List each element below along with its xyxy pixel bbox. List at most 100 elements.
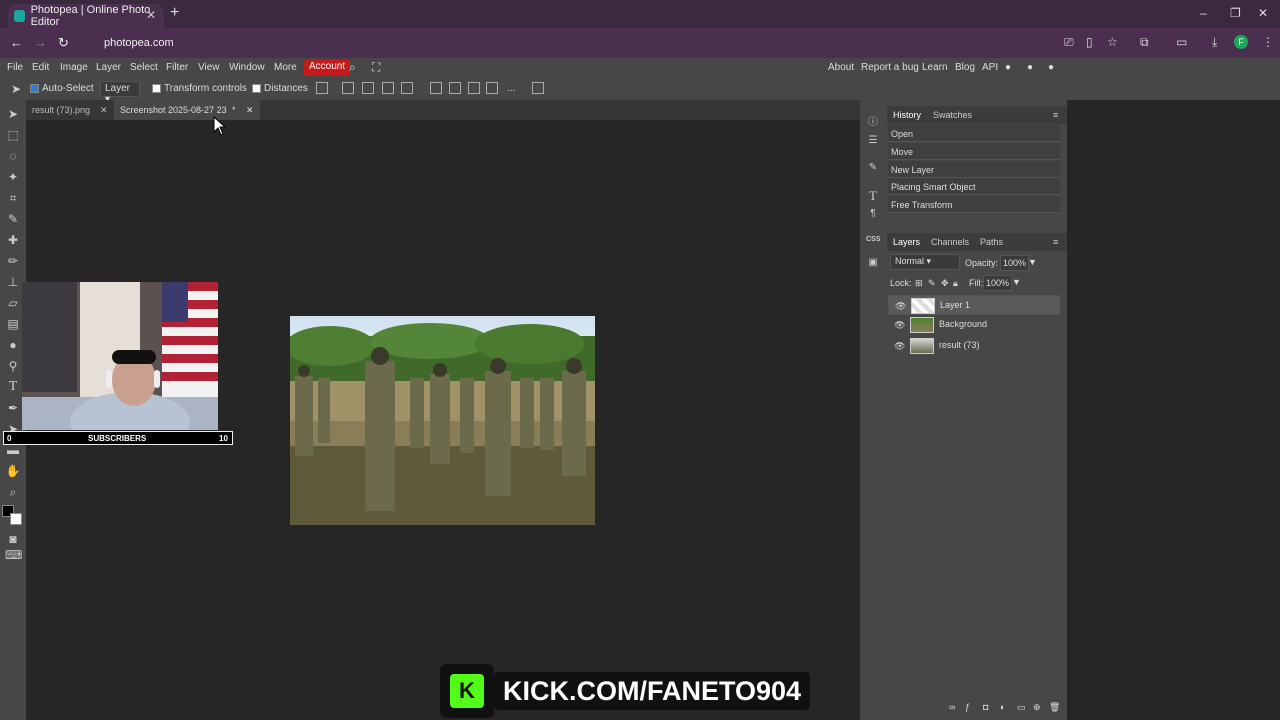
twitter-icon[interactable]: ● [1027,62,1033,73]
doc-tab-result[interactable]: result (73).png ✕ [26,100,116,120]
zoom-tool-icon[interactable]: ⌕ [5,484,21,500]
browser-tab[interactable]: Photopea | Online Photo Editor ✕ [8,4,164,28]
minimize-button[interactable]: – [1200,6,1207,20]
history-item[interactable]: Free Transform [888,196,1060,213]
menu-image[interactable]: Image [60,62,88,73]
paragraph-icon[interactable]: ¶ [866,208,880,222]
profile-avatar[interactable]: F [1234,35,1248,49]
bookmark-star-icon[interactable]: ☆ [1107,35,1118,49]
install-app-icon[interactable]: ⎚ [1064,35,1074,50]
eraser-tool-icon[interactable]: ▱ [5,295,21,311]
forward-icon[interactable]: → [34,35,47,50]
healing-brush-icon[interactable]: ✚ [5,232,21,248]
info-icon[interactable]: ⓘ [866,113,880,128]
layer-row[interactable]: 👁︎ Layer 1 [888,295,1060,315]
link-report-bug[interactable]: Report a bug [861,62,919,73]
delete-layer-icon[interactable]: 🗑︎ [1049,702,1060,713]
menu-edit[interactable]: Edit [32,62,49,73]
move-tool-icon[interactable]: ➤ [5,106,21,122]
hand-tool-icon[interactable]: ✋ [5,463,21,479]
adjustment-layer-icon[interactable]: ◐ [1000,702,1005,712]
layer-effects-icon[interactable]: ƒ [965,702,970,712]
menu-select[interactable]: Select [130,62,158,73]
document-canvas-image[interactable] [290,316,595,525]
eye-icon[interactable]: 👁︎ [895,301,906,311]
layer-row[interactable]: 👁︎ Background [888,315,1060,335]
new-folder-icon[interactable]: ▭ [1017,702,1026,713]
download-align-icon[interactable] [316,82,328,94]
panel-menu-icon[interactable]: ≡ [1053,110,1058,120]
history-item[interactable]: Open [888,125,1060,142]
reload-icon[interactable]: ↻ [58,35,69,51]
panel-menu-icon[interactable]: ≡ [1053,237,1058,247]
align-right-icon[interactable] [382,82,394,94]
extensions-icon[interactable]: ⧉ [1140,35,1149,50]
tab-history[interactable]: History [893,110,921,120]
distribute-vertical-icon[interactable] [486,82,498,94]
eye-icon[interactable]: 👁︎ [894,341,905,351]
dodge-tool-icon[interactable]: ⚲ [5,358,21,374]
opacity-dropdown-icon[interactable]: ▼ [1028,257,1037,267]
reddit-icon[interactable]: ● [1005,62,1011,73]
link-learn[interactable]: Learn [922,62,948,73]
crop-tool-icon[interactable]: ⌗ [5,190,21,206]
url-field[interactable]: photopea.com [80,31,1136,55]
lock-pixels-icon[interactable]: ⊞ [915,278,923,289]
menu-more[interactable]: More [274,62,297,73]
align-bottom-icon[interactable] [468,82,480,94]
clone-stamp-icon[interactable]: ⊥ [5,274,21,290]
align-left-icon[interactable] [342,82,354,94]
adjustments-icon[interactable]: ☰ [866,135,880,149]
align-center-icon[interactable] [362,82,374,94]
add-mask-icon[interactable]: ◘ [983,702,988,712]
css-icon[interactable]: CSS [866,236,880,250]
fill-dropdown-icon[interactable]: ▼ [1012,277,1021,287]
doc-tab-screenshot[interactable]: Screenshot 2025-08-27 23 * ✕ [114,100,260,120]
gradient-tool-icon[interactable]: ▤ [5,316,21,332]
fill-input[interactable]: 100% [983,275,1013,291]
link-blog[interactable]: Blog [955,62,975,73]
cast-icon[interactable]: ▭ [1176,35,1187,49]
auto-select-checkbox[interactable]: Auto-Select [30,83,94,94]
align-top-icon[interactable] [430,82,442,94]
quick-mask-icon[interactable]: ◙ [5,531,21,547]
distances-checkbox[interactable]: Distances [252,83,308,94]
new-tab-button[interactable]: + [170,4,179,22]
grid-icon[interactable] [532,82,544,94]
image-icon[interactable]: ▣ [866,257,880,271]
page-icon[interactable]: ▯ [1086,35,1093,49]
marquee-tool-icon[interactable]: ⬚ [5,127,21,143]
close-tab-icon[interactable]: ✕ [146,8,156,22]
menu-file[interactable]: File [7,62,23,73]
close-doc-tab-icon[interactable]: ✕ [246,105,254,116]
lock-paint-icon[interactable]: ✎ [928,278,936,289]
opacity-input[interactable]: 100% [1000,255,1030,271]
transform-controls-checkbox[interactable]: Transform controls [152,83,247,94]
blend-mode-dropdown[interactable]: Normal ▾ [890,254,960,270]
close-doc-tab-icon[interactable]: ✕ [100,105,108,116]
history-item[interactable]: Move [888,143,1060,160]
search-icon[interactable]: ⌕ [349,60,356,75]
tab-paths[interactable]: Paths [980,237,1003,247]
tab-layers[interactable]: Layers [893,237,920,247]
lock-all-icon[interactable]: 🔒︎ [953,278,958,289]
auto-select-target-dropdown[interactable]: Layer ▾ [100,81,140,105]
character-icon[interactable]: T [866,188,880,203]
brush-tool-icon[interactable]: ✏ [5,253,21,269]
menu-window[interactable]: Window [229,62,265,73]
link-about[interactable]: About [828,62,854,73]
restore-button[interactable]: ❐ [1230,6,1241,20]
layer-row[interactable]: 👁︎ result (73) [888,336,1060,356]
chrome-menu-icon[interactable]: ⋮ [1262,35,1274,49]
account-button[interactable]: Account [304,60,351,76]
text-tool-icon[interactable]: T [5,379,21,395]
tab-swatches[interactable]: Swatches [933,110,972,120]
brush-settings-icon[interactable]: ✎ [866,162,880,176]
close-window-button[interactable]: ✕ [1258,6,1268,20]
keyboard-icon[interactable]: ⌨ [5,547,22,563]
menu-filter[interactable]: Filter [166,62,188,73]
back-icon[interactable]: ← [10,35,23,50]
download-icon[interactable]: ⤓ [1212,35,1217,50]
blur-tool-icon[interactable]: ● [5,337,21,353]
magic-wand-icon[interactable]: ✦ [5,169,21,185]
